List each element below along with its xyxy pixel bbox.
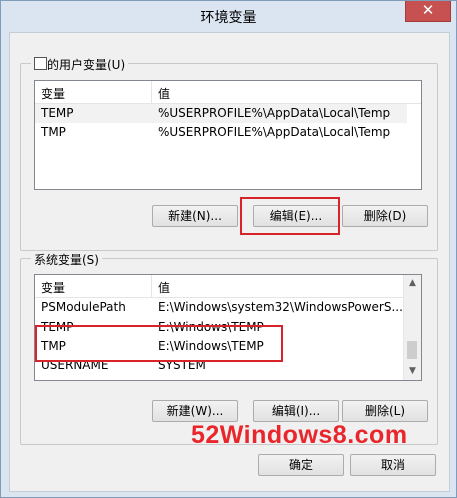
- user-variables-label: 的用户变量(U): [31, 56, 129, 73]
- chevron-up-icon[interactable]: ▲: [404, 275, 421, 292]
- user-label-box-icon: [34, 57, 47, 70]
- edit-button-highlight: [240, 197, 340, 235]
- user-row-tmp[interactable]: TMP %USERPROFILE%\AppData\Local\Temp: [35, 123, 407, 142]
- user-new-button[interactable]: 新建(N)...: [152, 205, 238, 227]
- user-row-value: %USERPROFILE%\AppData\Local\Temp: [158, 106, 391, 120]
- ok-button[interactable]: 确定: [258, 454, 344, 476]
- system-row-value: E:\Windows\system32\WindowsPowerS...: [158, 300, 403, 314]
- system-column-variable[interactable]: 变量: [41, 279, 65, 296]
- system-row-name: PSModulePath: [41, 300, 126, 314]
- scrollbar-thumb[interactable]: [407, 341, 417, 359]
- user-variables-label-text: 的用户变量(U): [47, 58, 126, 72]
- cancel-button[interactable]: 取消: [350, 454, 436, 476]
- user-column-variable[interactable]: 变量: [41, 85, 65, 102]
- user-column-separator[interactable]: [151, 81, 152, 103]
- temp-tmp-highlight: [35, 325, 283, 362]
- user-row-temp[interactable]: TEMP %USERPROFILE%\AppData\Local\Temp: [35, 104, 407, 123]
- user-variables-list[interactable]: 变量 值 TEMP %USERPROFILE%\AppData\Local\Te…: [34, 80, 422, 190]
- system-variables-label: 系统变量(S): [31, 251, 102, 268]
- user-delete-button[interactable]: 删除(D): [342, 205, 428, 227]
- user-row-name: TMP: [41, 125, 66, 139]
- user-row-name: TEMP: [41, 106, 74, 120]
- close-button[interactable]: ✕: [405, 1, 451, 22]
- environment-variables-dialog: 环境变量 ✕ 的用户变量(U) 变量 值 TEMP %USERPROFILE%\…: [0, 0, 457, 498]
- system-new-button[interactable]: 新建(W)...: [152, 400, 238, 422]
- system-row-psmodulepath[interactable]: PSModulePath E:\Windows\system32\Windows…: [35, 298, 403, 317]
- user-row-value: %USERPROFILE%\AppData\Local\Temp: [158, 125, 391, 139]
- chevron-down-icon[interactable]: ▼: [404, 363, 421, 380]
- system-edit-button[interactable]: 编辑(I)...: [253, 400, 339, 422]
- user-list-header: 变量 值: [35, 81, 421, 104]
- system-column-value[interactable]: 值: [158, 279, 170, 296]
- system-variables-group: 系统变量(S) 变量 值 PSModulePath E:\Windows\sys…: [20, 251, 438, 445]
- title-bar: 环境变量 ✕: [1, 1, 456, 31]
- system-column-separator[interactable]: [151, 275, 152, 297]
- close-icon: ✕: [421, 1, 435, 19]
- system-delete-button[interactable]: 删除(L): [342, 400, 428, 422]
- system-list-scrollbar[interactable]: ▲ ▼: [403, 275, 421, 380]
- user-variables-group: 的用户变量(U) 变量 值 TEMP %USERPROFILE%\AppData…: [20, 56, 438, 251]
- system-list-header: 变量 值: [35, 275, 421, 298]
- window-title: 环境变量: [200, 10, 257, 26]
- watermark-text: 52Windows8.com: [191, 421, 408, 449]
- user-column-value[interactable]: 值: [158, 85, 170, 102]
